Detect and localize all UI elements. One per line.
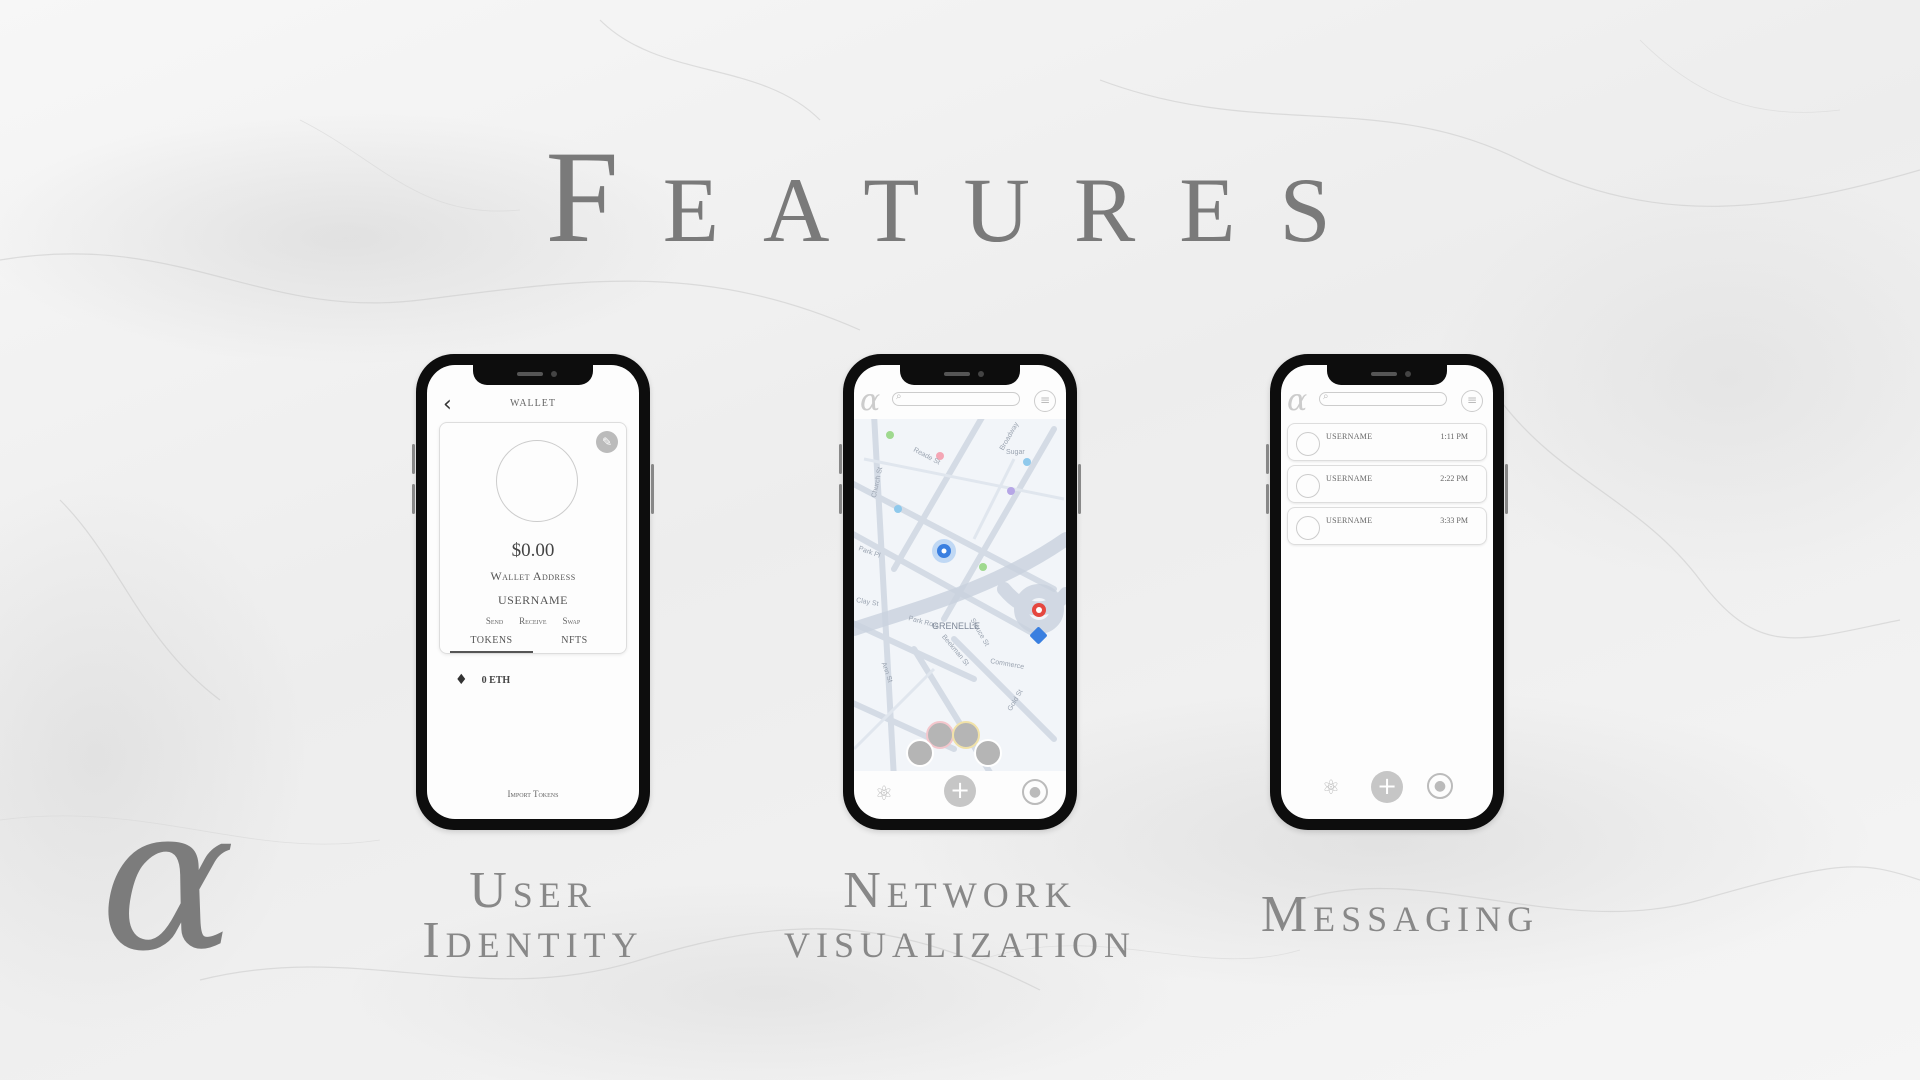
token-amount: 0 ETH bbox=[481, 674, 511, 686]
network-screen: α ⌕ ≡ Broadway Reade St Church St Park P… bbox=[854, 365, 1066, 819]
user-bubbles bbox=[904, 719, 1014, 779]
send-button[interactable]: Send bbox=[486, 616, 503, 626]
search-input[interactable]: ⌕ bbox=[892, 391, 1020, 406]
phone-wallet: ‹ WALLET ✎ $0.00 Wallet Address USERNAME… bbox=[412, 354, 654, 830]
app-logo: α bbox=[1287, 383, 1308, 418]
map-label: Sugar bbox=[1006, 449, 1025, 456]
message-username: USERNAME bbox=[1326, 432, 1373, 441]
caption-user-identity: User Identity bbox=[383, 862, 683, 969]
wallet-actions: Send Receive Swap bbox=[440, 616, 626, 626]
search-icon: ⌕ bbox=[896, 391, 902, 402]
caption-line: Identity bbox=[422, 912, 644, 969]
phone-side-button bbox=[651, 464, 654, 514]
wallet-address[interactable]: Wallet Address bbox=[440, 569, 626, 584]
message-time: 1:11 PM bbox=[1440, 432, 1469, 441]
caption-line: Network bbox=[843, 862, 1077, 919]
phone-notch bbox=[900, 365, 1020, 385]
phone-side-button bbox=[1078, 464, 1081, 514]
add-icon[interactable]: + bbox=[944, 775, 976, 807]
user-bubble[interactable] bbox=[974, 739, 1002, 767]
swap-button[interactable]: Swap bbox=[563, 616, 581, 626]
ethereum-icon: ♦ bbox=[455, 672, 468, 688]
caption-line: Messaging bbox=[1260, 886, 1540, 943]
add-icon[interactable]: + bbox=[1371, 771, 1403, 803]
caption-network-visualization: Network visualization bbox=[730, 862, 1190, 969]
caption-messaging: Messaging bbox=[1220, 886, 1580, 943]
edit-icon[interactable]: ✎ bbox=[596, 431, 618, 453]
search-icon: ⌕ bbox=[1323, 391, 1329, 402]
caption-line: User bbox=[469, 862, 597, 919]
phone-side-button bbox=[839, 444, 842, 474]
phone-side-button bbox=[412, 444, 415, 474]
alpha-logo: α bbox=[100, 763, 236, 996]
wallet-username: USERNAME bbox=[497, 593, 568, 607]
search-input[interactable]: ⌕ bbox=[1319, 391, 1447, 406]
phone-side-button bbox=[1266, 444, 1269, 474]
menu-icon[interactable]: ≡ bbox=[1034, 390, 1056, 412]
import-tokens-link[interactable]: Import Tokens bbox=[427, 789, 639, 799]
message-username: USERNAME bbox=[1326, 474, 1373, 483]
wallet-tabs: TOKENS NFTS bbox=[450, 635, 616, 653]
network-icon[interactable]: ⚛ bbox=[870, 779, 898, 807]
avatar[interactable] bbox=[496, 440, 578, 522]
wallet-header: WALLET bbox=[510, 398, 556, 409]
tab-nfts[interactable]: NFTS bbox=[533, 635, 616, 653]
tab-tokens[interactable]: TOKENS bbox=[450, 635, 533, 653]
phone-messaging: α ⌕ ≡ USERNAME 1:11 PM USERNAME 2:22 PM … bbox=[1266, 354, 1508, 830]
avatar bbox=[1296, 432, 1320, 456]
phone-side-button bbox=[1266, 484, 1269, 514]
message-row[interactable]: USERNAME 2:22 PM bbox=[1287, 465, 1487, 503]
menu-icon[interactable]: ≡ bbox=[1461, 390, 1483, 412]
user-bubble[interactable] bbox=[906, 739, 934, 767]
message-time: 2:22 PM bbox=[1440, 474, 1468, 483]
phone-side-button bbox=[412, 484, 415, 514]
network-icon[interactable]: ⚛ bbox=[1317, 773, 1345, 801]
message-row[interactable]: USERNAME 1:11 PM bbox=[1287, 423, 1487, 461]
phone-network: α ⌕ ≡ Broadway Reade St Church St Park P… bbox=[839, 354, 1081, 830]
bottom-nav: ⚛ + ● bbox=[854, 773, 1066, 813]
token-row[interactable]: ♦ 0 ETH bbox=[455, 672, 510, 688]
phone-side-button bbox=[839, 484, 842, 514]
wallet-card: ✎ $0.00 Wallet Address USERNAME Send Rec… bbox=[439, 422, 627, 654]
map-place-label: GRENELLE bbox=[932, 621, 981, 631]
profile-icon[interactable]: ● bbox=[1427, 773, 1453, 799]
receive-button[interactable]: Receive bbox=[519, 616, 546, 626]
wallet-balance: $0.00 bbox=[511, 540, 555, 561]
page-title: Features bbox=[545, 123, 1375, 270]
app-logo: α bbox=[860, 383, 881, 418]
message-time: 3:33 PM bbox=[1440, 516, 1468, 525]
profile-icon[interactable]: ● bbox=[1022, 779, 1048, 805]
caption-line: visualization bbox=[784, 912, 1136, 969]
phone-side-button bbox=[1505, 464, 1508, 514]
avatar bbox=[1296, 516, 1320, 540]
bottom-nav: ⚛ + ● bbox=[1281, 767, 1493, 807]
wallet-screen: ‹ WALLET ✎ $0.00 Wallet Address USERNAME… bbox=[427, 365, 639, 819]
phone-notch bbox=[1327, 365, 1447, 385]
avatar bbox=[1296, 474, 1320, 498]
messaging-screen: α ⌕ ≡ USERNAME 1:11 PM USERNAME 2:22 PM … bbox=[1281, 365, 1493, 819]
message-row[interactable]: USERNAME 3:33 PM bbox=[1287, 507, 1487, 545]
phone-notch bbox=[473, 365, 593, 385]
message-username: USERNAME bbox=[1326, 516, 1373, 525]
